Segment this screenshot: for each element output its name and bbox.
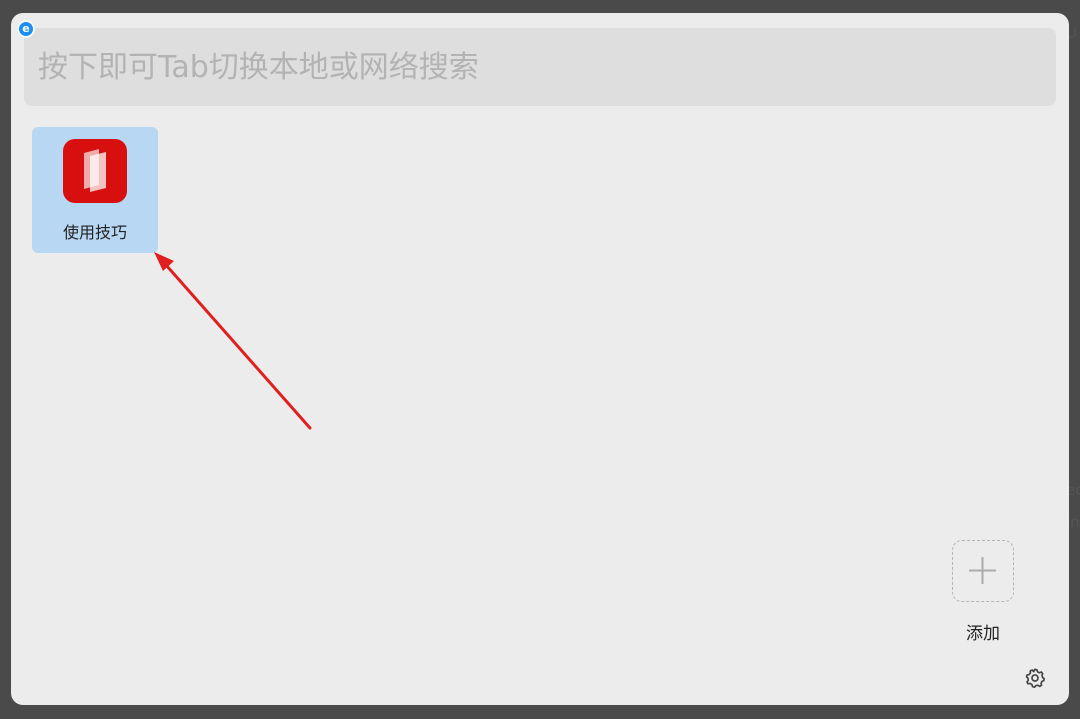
add-button[interactable] [952, 540, 1014, 602]
search-input[interactable] [24, 28, 1056, 106]
plus-icon [969, 557, 996, 584]
search-bar [24, 28, 1056, 106]
app-logo-icon: e [17, 20, 35, 38]
app-tile-tips[interactable]: 使用技巧 [32, 127, 158, 253]
gear-icon[interactable] [1024, 667, 1046, 689]
add-button-label: 添加 [966, 624, 1000, 644]
launcher-panel: 使用技巧 添加 [11, 13, 1069, 705]
app-tile-label: 使用技巧 [62, 223, 127, 242]
red-book-icon [63, 139, 127, 203]
